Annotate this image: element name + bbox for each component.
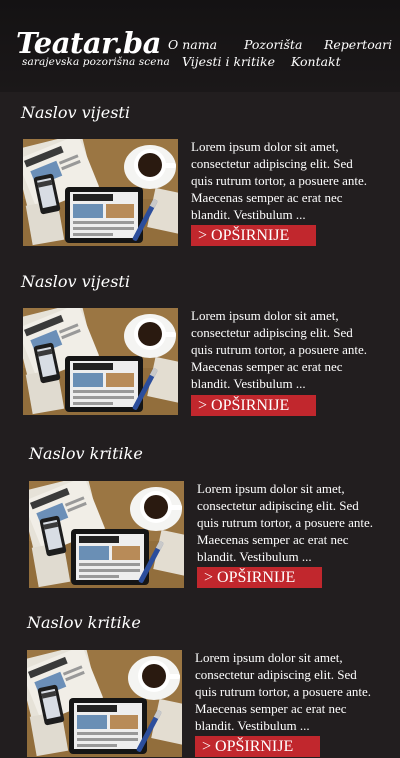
nav-item-vijesti-i-kritike[interactable]: Vijesti i kritike: [182, 54, 275, 69]
nav-item-repertoari[interactable]: Repertoari: [324, 37, 392, 52]
card-excerpt: Lorem ipsum dolor sit amet, consectetur …: [191, 308, 368, 391]
read-more-button[interactable]: > OPŠIRNIJE: [195, 736, 320, 757]
newspaper-coffee-image: [27, 650, 182, 757]
read-more-button[interactable]: > OPŠIRNIJE: [191, 395, 316, 416]
read-more-button[interactable]: > OPŠIRNIJE: [197, 567, 322, 588]
card-title[interactable]: Naslov vijesti: [21, 272, 130, 291]
card-excerpt: Lorem ipsum dolor sit amet, consectetur …: [197, 481, 374, 564]
newspaper-coffee-image: [23, 308, 178, 415]
card-excerpt: Lorem ipsum dolor sit amet, consectetur …: [191, 139, 368, 222]
nav-item-kontakt[interactable]: Kontakt: [291, 54, 341, 69]
card-title[interactable]: Naslov vijesti: [21, 103, 130, 122]
card-title[interactable]: Naslov kritike: [27, 613, 141, 632]
news-thumbnail[interactable]: [23, 139, 178, 246]
news-thumbnail[interactable]: [29, 481, 184, 588]
card-excerpt: Lorem ipsum dolor sit amet, consectetur …: [195, 650, 372, 733]
news-thumbnail[interactable]: [27, 650, 182, 757]
read-more-button[interactable]: > OPŠIRNIJE: [191, 225, 316, 246]
card-title[interactable]: Naslov kritike: [29, 444, 143, 463]
site-header: Teatar.ba sarajevska pozorišna scena O n…: [0, 0, 400, 92]
newspaper-coffee-image: [23, 139, 178, 246]
nav-item-pozorista[interactable]: Pozorišta: [244, 37, 302, 52]
site-tagline: sarajevska pozorišna scena: [22, 56, 170, 68]
nav-item-o-nama[interactable]: O nama: [168, 37, 217, 52]
newspaper-coffee-image: [29, 481, 184, 588]
site-logo[interactable]: Teatar.ba: [16, 28, 161, 58]
news-thumbnail[interactable]: [23, 308, 178, 415]
